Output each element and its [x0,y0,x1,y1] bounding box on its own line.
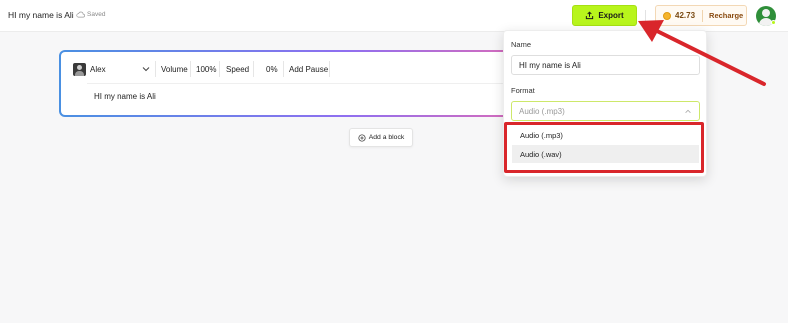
document-title[interactable]: HI my name is Ali [8,10,74,20]
add-pause-button[interactable]: Add Pause [289,65,328,74]
recharge-button[interactable]: Recharge [709,11,743,20]
text-block[interactable]: Alex Volume 100% Speed 0% Add Pause HI m… [59,50,579,117]
cloud-icon [76,11,85,18]
upload-icon [586,11,594,20]
volume-label: Volume [161,65,188,74]
divider [190,61,191,77]
divider [155,61,156,77]
divider [329,61,330,77]
add-block-button[interactable]: Add a block [349,128,413,147]
divider [645,10,646,22]
name-input[interactable]: HI my name is Ali [511,55,700,75]
credits-box[interactable]: 42.73 Recharge [655,5,747,26]
divider [283,61,284,77]
export-label: Export [598,11,624,20]
format-select[interactable]: Audio (.mp3) [511,101,700,121]
speed-label: Speed [226,65,250,74]
add-block-label: Add a block [368,134,405,141]
name-label: Name [511,40,532,49]
divider [702,9,704,22]
divider [253,61,254,77]
coin-icon [663,11,671,20]
voice-avatar[interactable] [73,63,86,76]
annotation-highlight-box [504,122,704,173]
top-bar: HI my name is Ali Saved Export 42.73 Rec… [0,0,788,32]
voice-name[interactable]: Alex [90,65,106,74]
save-status: Saved [76,11,105,18]
divider [219,61,220,77]
format-selected: Audio (.mp3) [519,107,565,116]
plus-circle-icon [358,133,366,142]
online-status-dot [771,20,776,25]
volume-value[interactable]: 100% [196,65,216,74]
speed-value[interactable]: 0% [266,65,278,74]
chevron-up-icon [685,109,691,113]
export-button[interactable]: Export [572,5,637,26]
format-label: Format [511,86,535,95]
block-text[interactable]: HI my name is Ali [94,92,156,101]
chevron-down-icon[interactable] [141,64,151,74]
credits-value: 42.73 [675,11,696,20]
block-text-area[interactable]: HI my name is Ali [87,83,557,108]
saved-label: Saved [87,11,106,18]
